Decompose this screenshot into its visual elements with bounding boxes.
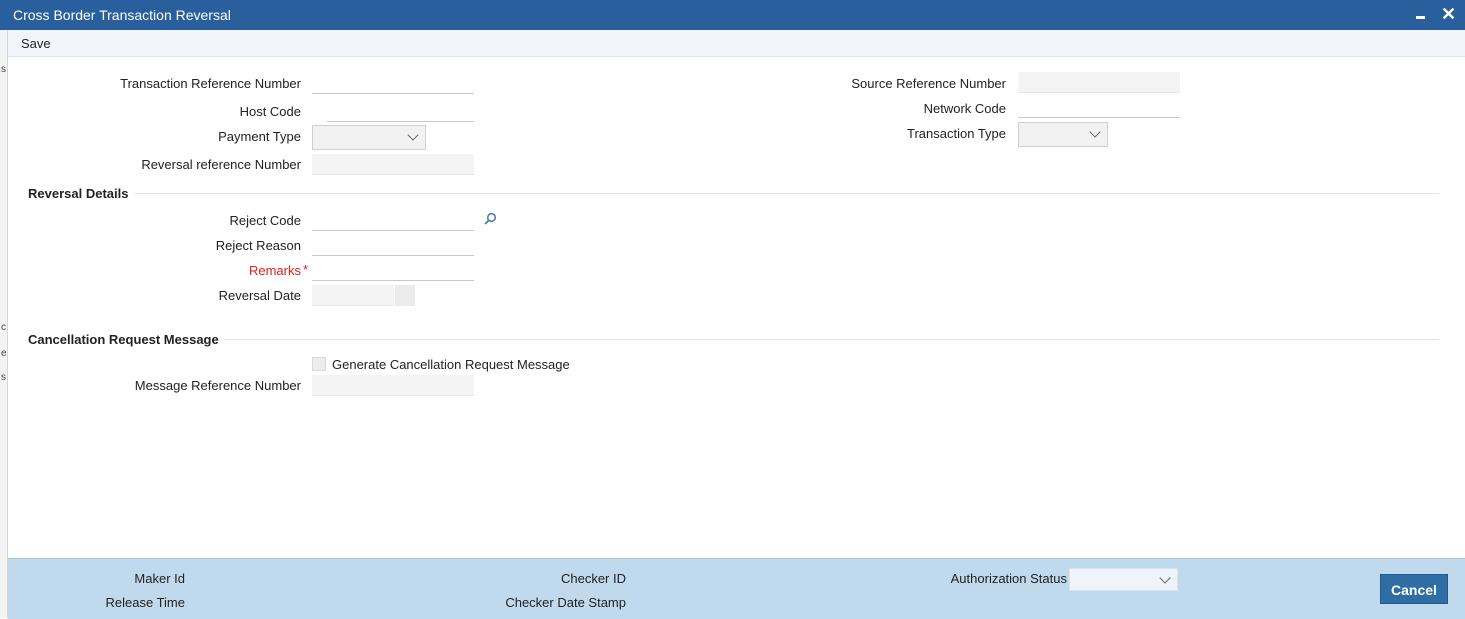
close-icon[interactable]: ✕ xyxy=(1441,3,1456,25)
release-time-label: Release Time xyxy=(105,595,185,610)
message-reference-number-label: Message Reference Number xyxy=(134,378,301,393)
background-window-edge: s c e s xyxy=(0,30,8,618)
remarks-input[interactable] xyxy=(312,260,474,281)
audit-footer: Maker Id Release Time Checker ID Checker… xyxy=(8,558,1465,619)
reject-reason-input[interactable] xyxy=(312,235,474,256)
reject-code-input[interactable] xyxy=(312,210,474,231)
host-code-label: Host Code xyxy=(239,104,301,119)
reversal-date-label: Reversal Date xyxy=(218,288,301,303)
edge-fragment: s xyxy=(1,372,6,383)
checker-date-stamp-label: Checker Date Stamp xyxy=(505,595,626,610)
payment-type-select[interactable] xyxy=(312,125,426,150)
authorization-status-label: Authorization Status xyxy=(950,571,1067,586)
payment-type-label: Payment Type xyxy=(218,129,301,144)
remarks-label: Remarks xyxy=(248,263,301,278)
transaction-type-label: Transaction Type xyxy=(907,126,1006,141)
save-button[interactable]: Save xyxy=(21,36,51,51)
source-reference-number-field xyxy=(1018,72,1180,93)
reversal-reference-number-field xyxy=(312,154,474,175)
calendar-icon[interactable] xyxy=(395,285,415,306)
host-code-input[interactable] xyxy=(327,101,474,122)
window-title: Cross Border Transaction Reversal xyxy=(13,7,231,23)
toolbar: Save xyxy=(8,30,1465,57)
reversal-details-heading: Reversal Details xyxy=(28,186,129,201)
edge-fragment: s xyxy=(1,64,6,75)
transaction-reference-number-input[interactable] xyxy=(312,73,474,94)
reversal-date-field xyxy=(312,285,394,306)
generate-cancellation-label: Generate Cancellation Request Message xyxy=(332,357,570,372)
reversal-reference-number-label: Reversal reference Number xyxy=(141,157,301,172)
edge-fragment: c xyxy=(1,322,6,333)
window-title-bar: Cross Border Transaction Reversal ✕ xyxy=(0,0,1465,30)
network-code-label: Network Code xyxy=(923,101,1006,116)
reject-code-label: Reject Code xyxy=(229,213,301,228)
search-icon[interactable] xyxy=(483,212,497,226)
edge-fragment: e xyxy=(1,348,7,359)
authorization-status-select[interactable] xyxy=(1069,568,1178,591)
section-divider xyxy=(135,193,1439,194)
chevron-down-icon xyxy=(1159,572,1171,584)
cancellation-request-heading: Cancellation Request Message xyxy=(28,332,219,347)
source-reference-number-label: Source Reference Number xyxy=(851,76,1006,91)
maker-id-label: Maker Id xyxy=(134,571,185,586)
reject-reason-label: Reject Reason xyxy=(215,238,301,253)
required-marker: * xyxy=(303,262,309,277)
checker-id-label: Checker ID xyxy=(560,571,626,586)
network-code-input[interactable] xyxy=(1018,97,1180,118)
cancel-button[interactable]: Cancel xyxy=(1380,574,1448,604)
transaction-type-select[interactable] xyxy=(1018,122,1108,147)
generate-cancellation-checkbox[interactable] xyxy=(312,357,326,371)
chevron-down-icon xyxy=(407,129,419,141)
minimize-icon[interactable] xyxy=(1414,6,1428,22)
section-divider xyxy=(224,339,1439,340)
message-reference-number-field xyxy=(312,375,474,396)
transaction-reference-number-label: Transaction Reference Number xyxy=(120,76,301,91)
chevron-down-icon xyxy=(1089,126,1101,138)
